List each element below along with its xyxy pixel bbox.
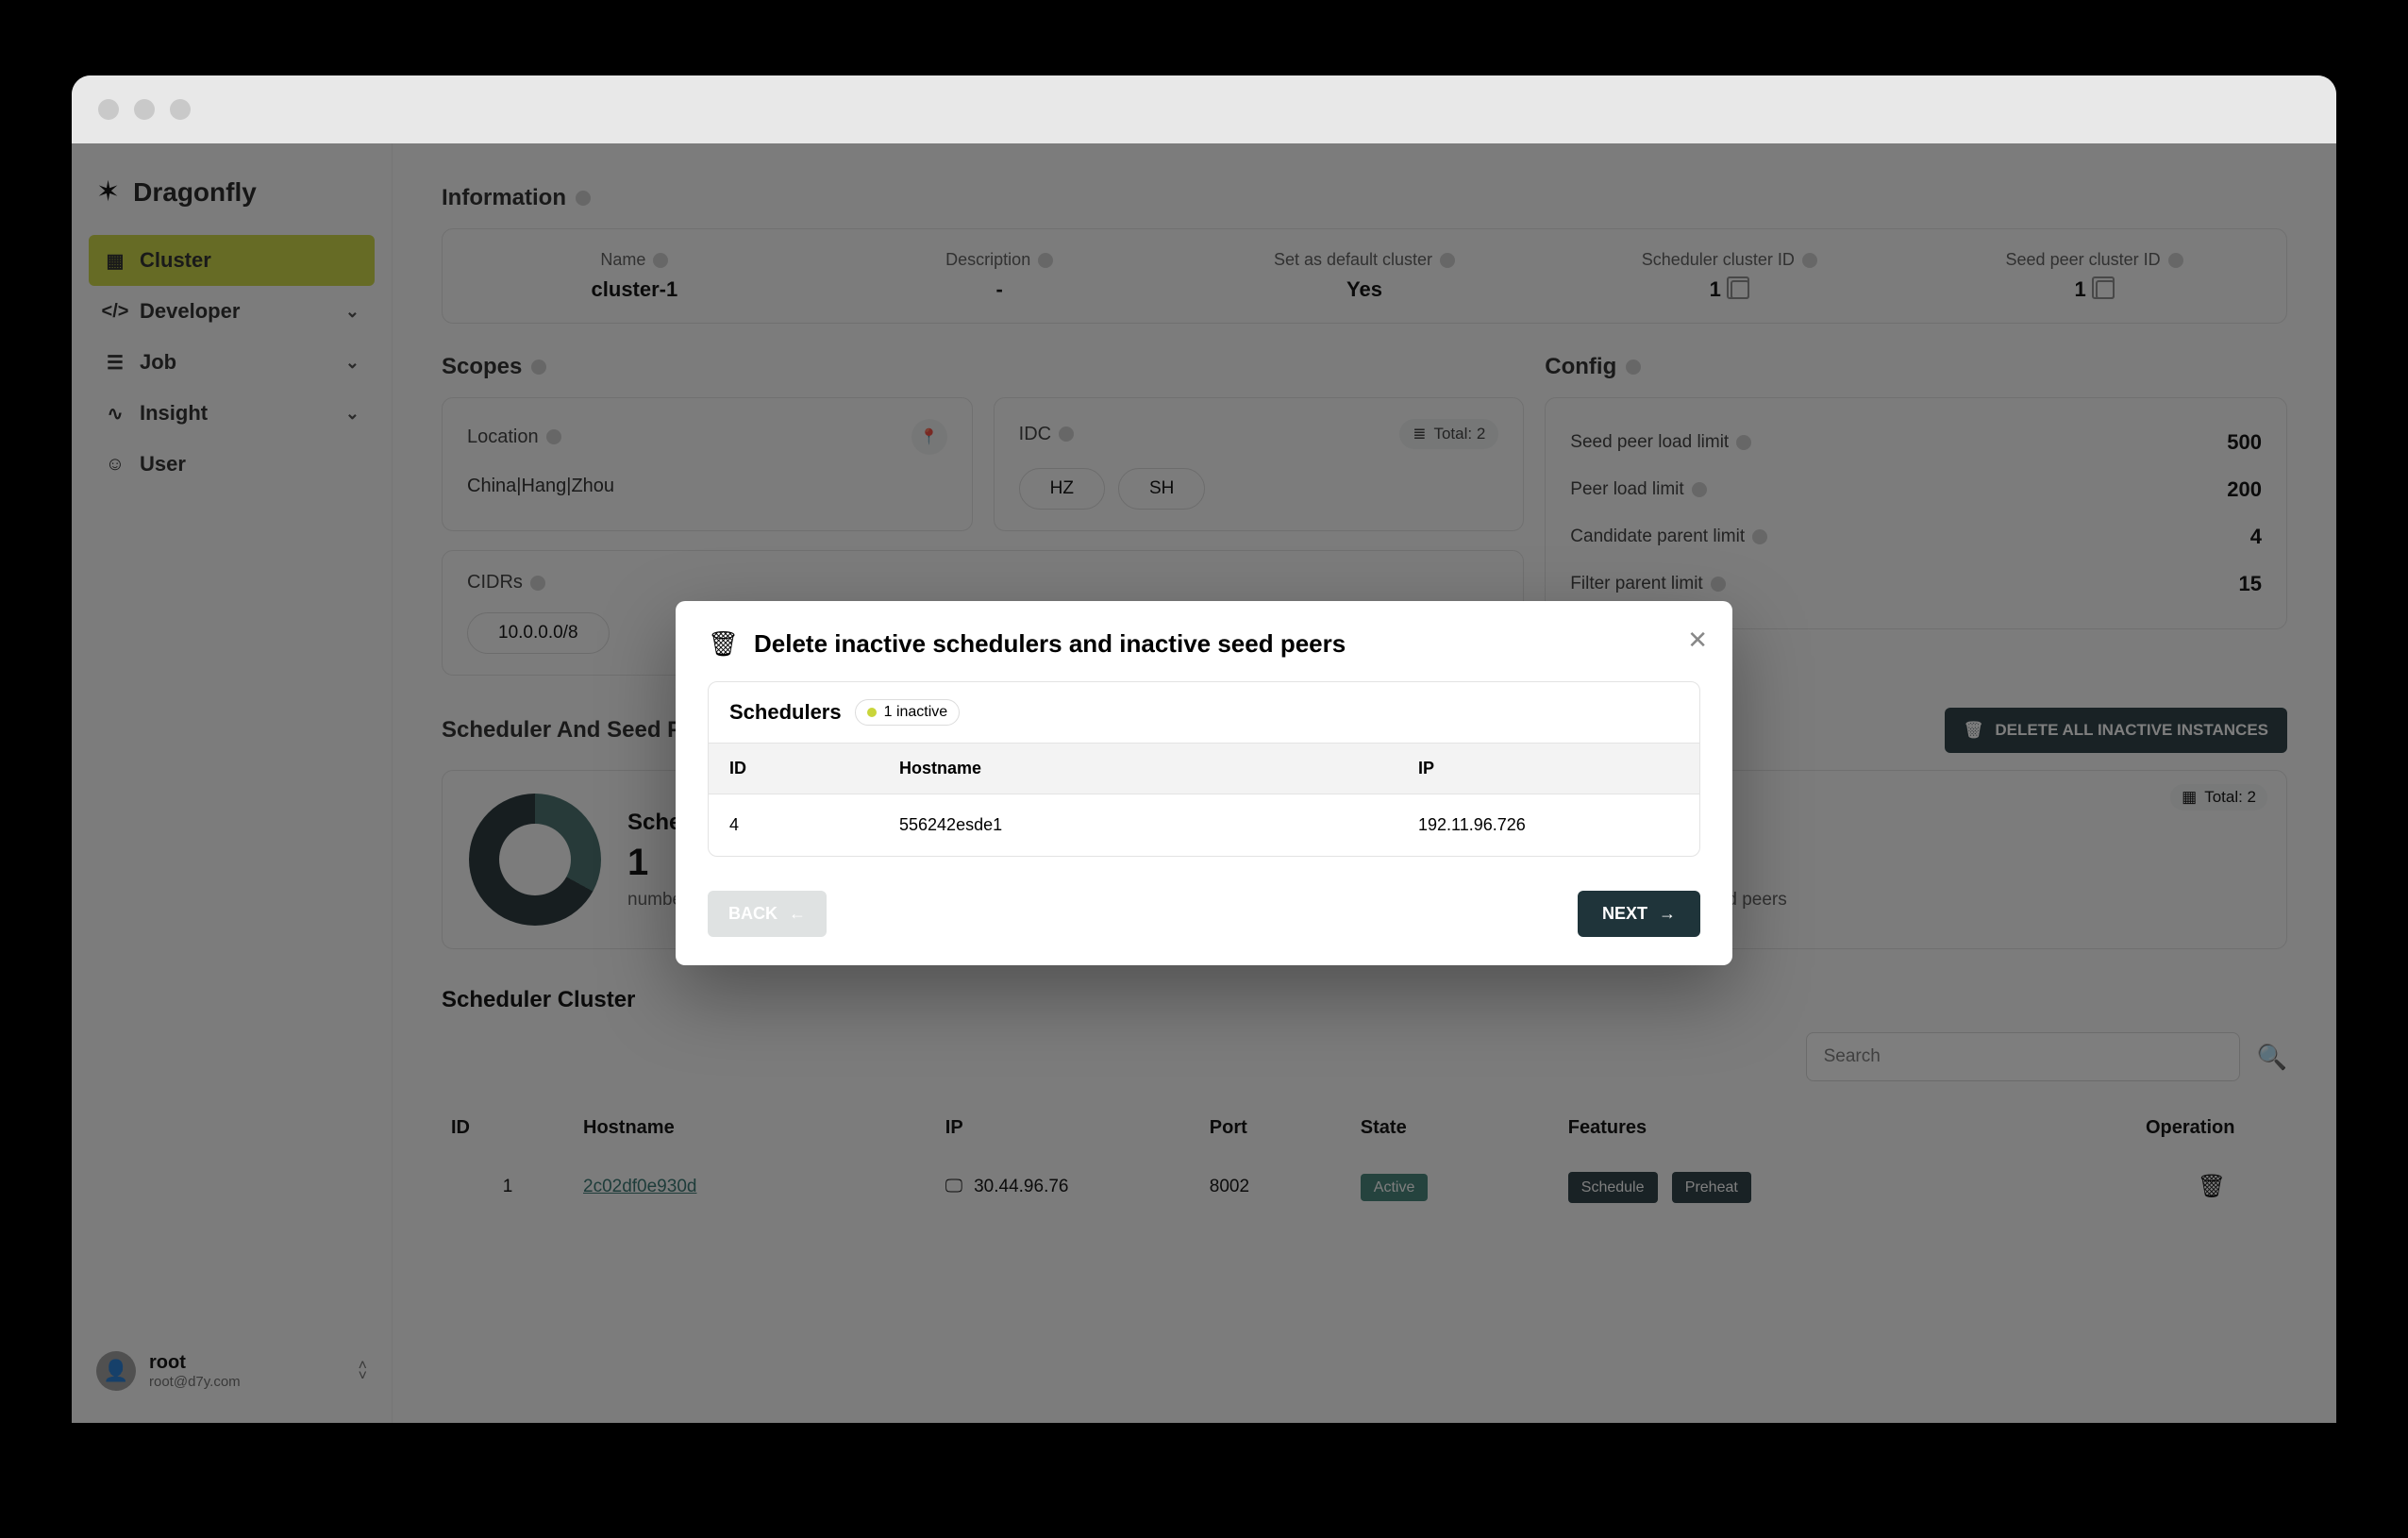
traffic-light-zoom[interactable] <box>170 99 191 120</box>
traffic-light-close[interactable] <box>98 99 119 120</box>
back-button[interactable]: BACK← <box>708 891 827 937</box>
mac-titlebar <box>72 75 2336 143</box>
table-row: 4 556242esde1 192.11.96.726 <box>709 794 1699 857</box>
sched-row-ip: 192.11.96.726 <box>1397 794 1699 857</box>
next-button[interactable]: NEXT→ <box>1578 891 1700 937</box>
modal-close-button[interactable]: ✕ <box>1687 626 1708 655</box>
schedulers-panel: Schedulers 1 inactive ID Hostname IP 4 5… <box>708 681 1700 857</box>
inactive-count-pill: 1 inactive <box>855 699 961 726</box>
schedulers-table: ID Hostname IP 4 556242esde1 192.11.96.7… <box>709 743 1699 856</box>
arrow-left-icon: ← <box>789 904 806 924</box>
app-window: ✶ Dragonfly ▦ Cluster </> Developer ⌄ ☰ … <box>72 75 2336 1423</box>
sched-row-hostname: 556242esde1 <box>878 794 1397 857</box>
status-dot-icon <box>867 708 877 717</box>
schedulers-label: Schedulers <box>729 700 842 725</box>
traffic-light-minimize[interactable] <box>134 99 155 120</box>
modal-title: Delete inactive schedulers and inactive … <box>754 629 1346 659</box>
arrow-right-icon: → <box>1659 904 1676 924</box>
delete-inactive-modal: 🗑 Delete inactive schedulers and inactiv… <box>676 601 1732 965</box>
trash-icon: 🗑 <box>708 629 739 659</box>
sched-row-id: 4 <box>709 794 878 857</box>
